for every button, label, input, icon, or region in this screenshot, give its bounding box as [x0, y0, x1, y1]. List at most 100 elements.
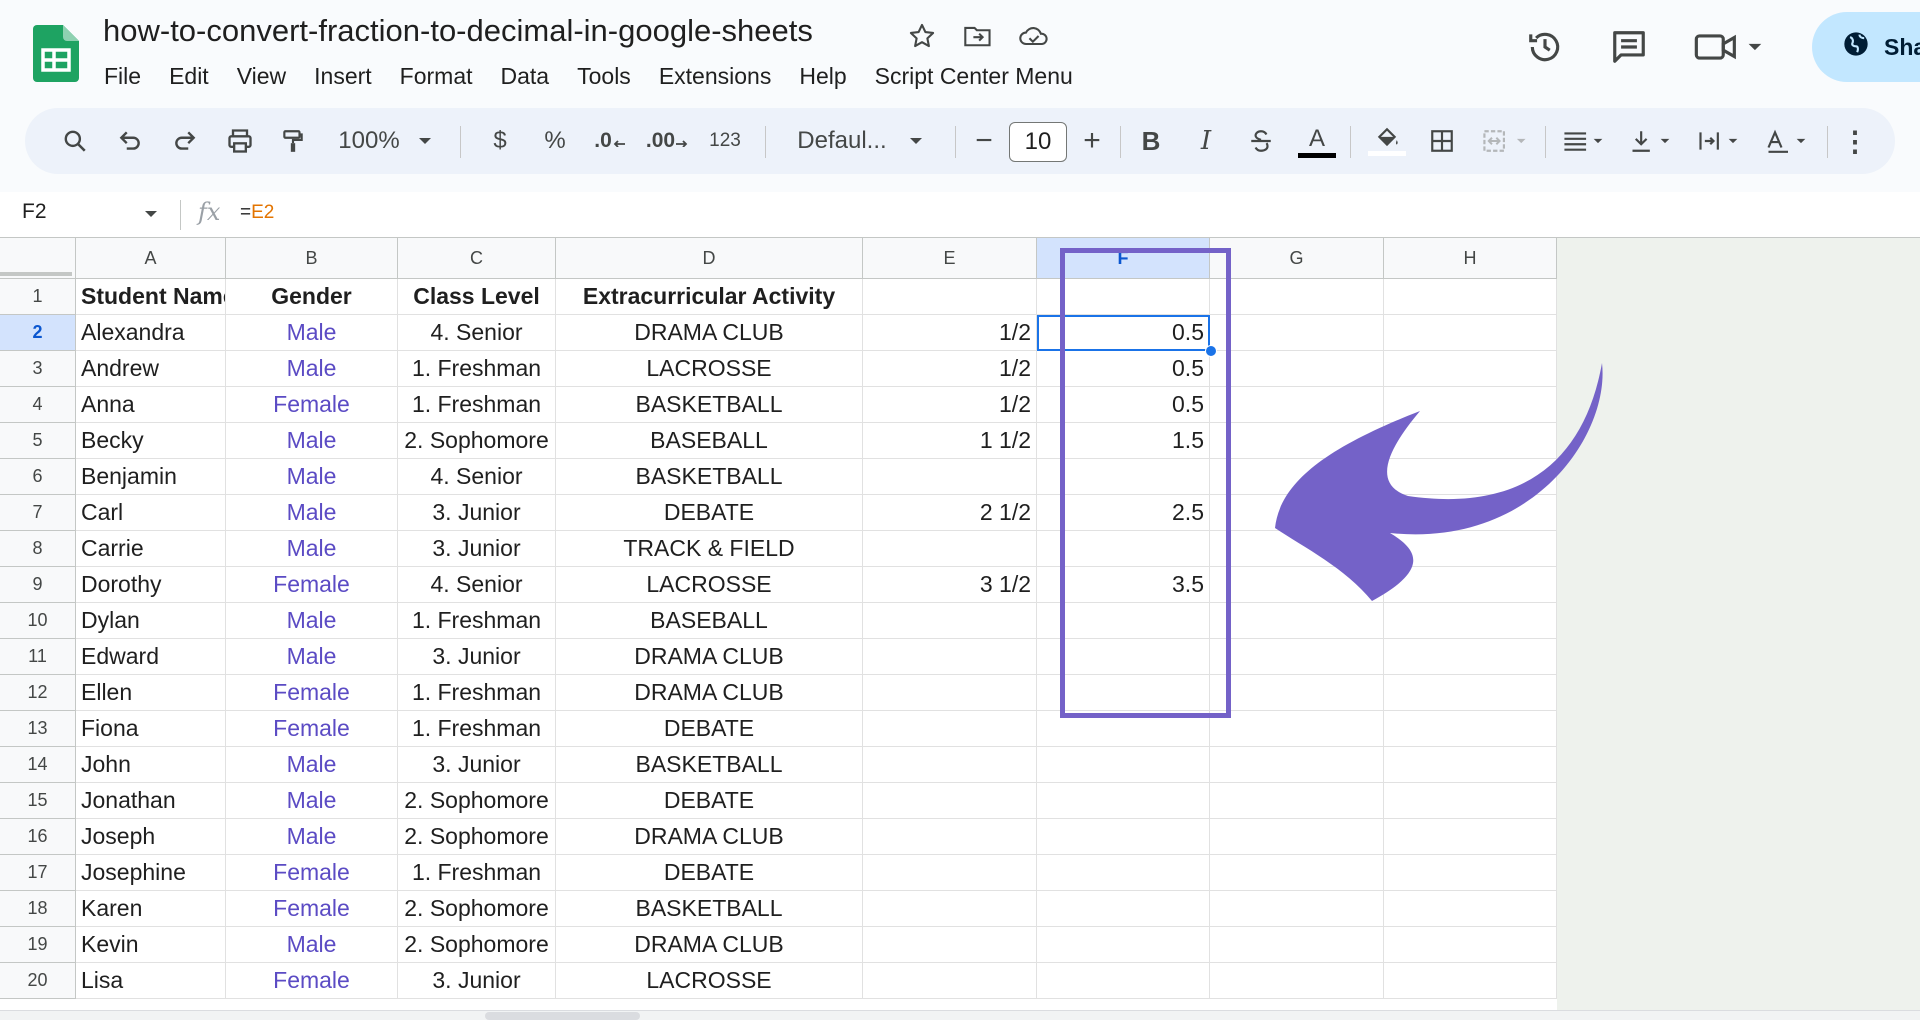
cell-h15[interactable] — [1384, 783, 1557, 819]
cell-c8[interactable]: 3. Junior — [398, 531, 556, 567]
number-format-button[interactable]: 123 — [700, 108, 750, 174]
valign-icon[interactable] — [1622, 108, 1682, 174]
row-header-12[interactable]: 12 — [0, 675, 76, 711]
cell-h18[interactable] — [1384, 891, 1557, 927]
cell-c19[interactable]: 2. Sophomore — [398, 927, 556, 963]
cell-a5[interactable]: Becky — [76, 423, 226, 459]
column-header-g[interactable]: G — [1210, 238, 1384, 279]
cell-c14[interactable]: 3. Junior — [398, 747, 556, 783]
row-header-14[interactable]: 14 — [0, 747, 76, 783]
menu-file[interactable]: File — [90, 60, 155, 93]
cell-g12[interactable] — [1210, 675, 1384, 711]
cell-c1[interactable]: Class Level — [398, 279, 556, 315]
font-select[interactable]: Defaul... — [775, 108, 945, 174]
search-icon[interactable] — [55, 108, 95, 174]
cell-d5[interactable]: BASEBALL — [556, 423, 863, 459]
menu-tools[interactable]: Tools — [563, 60, 645, 93]
print-icon[interactable] — [220, 108, 260, 174]
paint-format-icon[interactable] — [273, 108, 313, 174]
cell-b3[interactable]: Male — [226, 351, 398, 387]
cell-f17[interactable] — [1037, 855, 1210, 891]
cell-e1[interactable] — [863, 279, 1037, 315]
cell-h17[interactable] — [1384, 855, 1557, 891]
column-header-c[interactable]: C — [398, 238, 556, 279]
menu-script-center[interactable]: Script Center Menu — [861, 60, 1087, 93]
cell-c9[interactable]: 4. Senior — [398, 567, 556, 603]
cell-f18[interactable] — [1037, 891, 1210, 927]
cell-c6[interactable]: 4. Senior — [398, 459, 556, 495]
text-color-button[interactable]: A — [1295, 108, 1339, 174]
cell-h14[interactable] — [1384, 747, 1557, 783]
cell-a3[interactable]: Andrew — [76, 351, 226, 387]
cell-g19[interactable] — [1210, 927, 1384, 963]
cell-a8[interactable]: Carrie — [76, 531, 226, 567]
cell-f4[interactable]: 0.5 — [1037, 387, 1210, 423]
row-header-9[interactable]: 9 — [0, 567, 76, 603]
cell-a18[interactable]: Karen — [76, 891, 226, 927]
percent-format-button[interactable]: % — [535, 108, 575, 174]
borders-icon[interactable] — [1420, 108, 1464, 174]
cell-c18[interactable]: 2. Sophomore — [398, 891, 556, 927]
cell-e9[interactable]: 3 1/2 — [863, 567, 1037, 603]
cell-a20[interactable]: Lisa — [76, 963, 226, 999]
row-header-18[interactable]: 18 — [0, 891, 76, 927]
zoom-select[interactable]: 100% — [330, 108, 440, 174]
font-size-input[interactable]: 10 — [1009, 122, 1067, 162]
row-header-17[interactable]: 17 — [0, 855, 76, 891]
cell-g15[interactable] — [1210, 783, 1384, 819]
cell-g13[interactable] — [1210, 711, 1384, 747]
row-header-7[interactable]: 7 — [0, 495, 76, 531]
cell-g17[interactable] — [1210, 855, 1384, 891]
cell-c15[interactable]: 2. Sophomore — [398, 783, 556, 819]
cell-b18[interactable]: Female — [226, 891, 398, 927]
cell-b5[interactable]: Male — [226, 423, 398, 459]
cell-g10[interactable] — [1210, 603, 1384, 639]
cell-d3[interactable]: LACROSSE — [556, 351, 863, 387]
cell-h2[interactable] — [1384, 315, 1557, 351]
cell-d13[interactable]: DEBATE — [556, 711, 863, 747]
cell-d2[interactable]: DRAMA CLUB — [556, 315, 863, 351]
cell-c10[interactable]: 1. Freshman — [398, 603, 556, 639]
increase-font-size-button[interactable]: + — [1073, 108, 1111, 174]
cell-c3[interactable]: 1. Freshman — [398, 351, 556, 387]
cell-h10[interactable] — [1384, 603, 1557, 639]
cell-e14[interactable] — [863, 747, 1037, 783]
cell-b1[interactable]: Gender — [226, 279, 398, 315]
cell-a14[interactable]: John — [76, 747, 226, 783]
history-icon[interactable] — [1520, 24, 1570, 70]
decrease-font-size-button[interactable]: − — [965, 108, 1003, 174]
menu-edit[interactable]: Edit — [155, 60, 223, 93]
menu-extensions[interactable]: Extensions — [645, 60, 786, 93]
horizontal-scrollbar[interactable] — [0, 1010, 1920, 1020]
cell-c7[interactable]: 3. Junior — [398, 495, 556, 531]
cell-d12[interactable]: DRAMA CLUB — [556, 675, 863, 711]
cell-d18[interactable]: BASKETBALL — [556, 891, 863, 927]
row-header-20[interactable]: 20 — [0, 963, 76, 999]
cell-d14[interactable]: BASKETBALL — [556, 747, 863, 783]
row-header-11[interactable]: 11 — [0, 639, 76, 675]
document-title[interactable]: how-to-convert-fraction-to-decimal-in-go… — [103, 13, 813, 49]
row-header-6[interactable]: 6 — [0, 459, 76, 495]
comment-icon[interactable] — [1604, 24, 1654, 70]
cell-e4[interactable]: 1/2 — [863, 387, 1037, 423]
cell-b4[interactable]: Female — [226, 387, 398, 423]
cell-b15[interactable]: Male — [226, 783, 398, 819]
spreadsheet-grid[interactable]: A B C D E F G H 1 Student Name Gender Class Level Ex… — [0, 238, 1920, 1020]
menu-view[interactable]: View — [223, 60, 300, 93]
cell-d15[interactable]: DEBATE — [556, 783, 863, 819]
cell-e10[interactable] — [863, 603, 1037, 639]
star-icon[interactable] — [904, 18, 940, 54]
cell-d10[interactable]: BASEBALL — [556, 603, 863, 639]
merge-icon[interactable] — [1470, 108, 1540, 174]
cell-b14[interactable]: Male — [226, 747, 398, 783]
cell-e19[interactable] — [863, 927, 1037, 963]
cell-h1[interactable] — [1384, 279, 1557, 315]
align-icon[interactable] — [1555, 108, 1615, 174]
column-header-d[interactable]: D — [556, 238, 863, 279]
cell-f5[interactable]: 1.5 — [1037, 423, 1210, 459]
row-header-1[interactable]: 1 — [0, 279, 76, 315]
cell-c11[interactable]: 3. Junior — [398, 639, 556, 675]
decrease-decimal-button[interactable]: .0 — [585, 108, 635, 174]
cell-f9[interactable]: 3.5 — [1037, 567, 1210, 603]
cell-e7[interactable]: 2 1/2 — [863, 495, 1037, 531]
